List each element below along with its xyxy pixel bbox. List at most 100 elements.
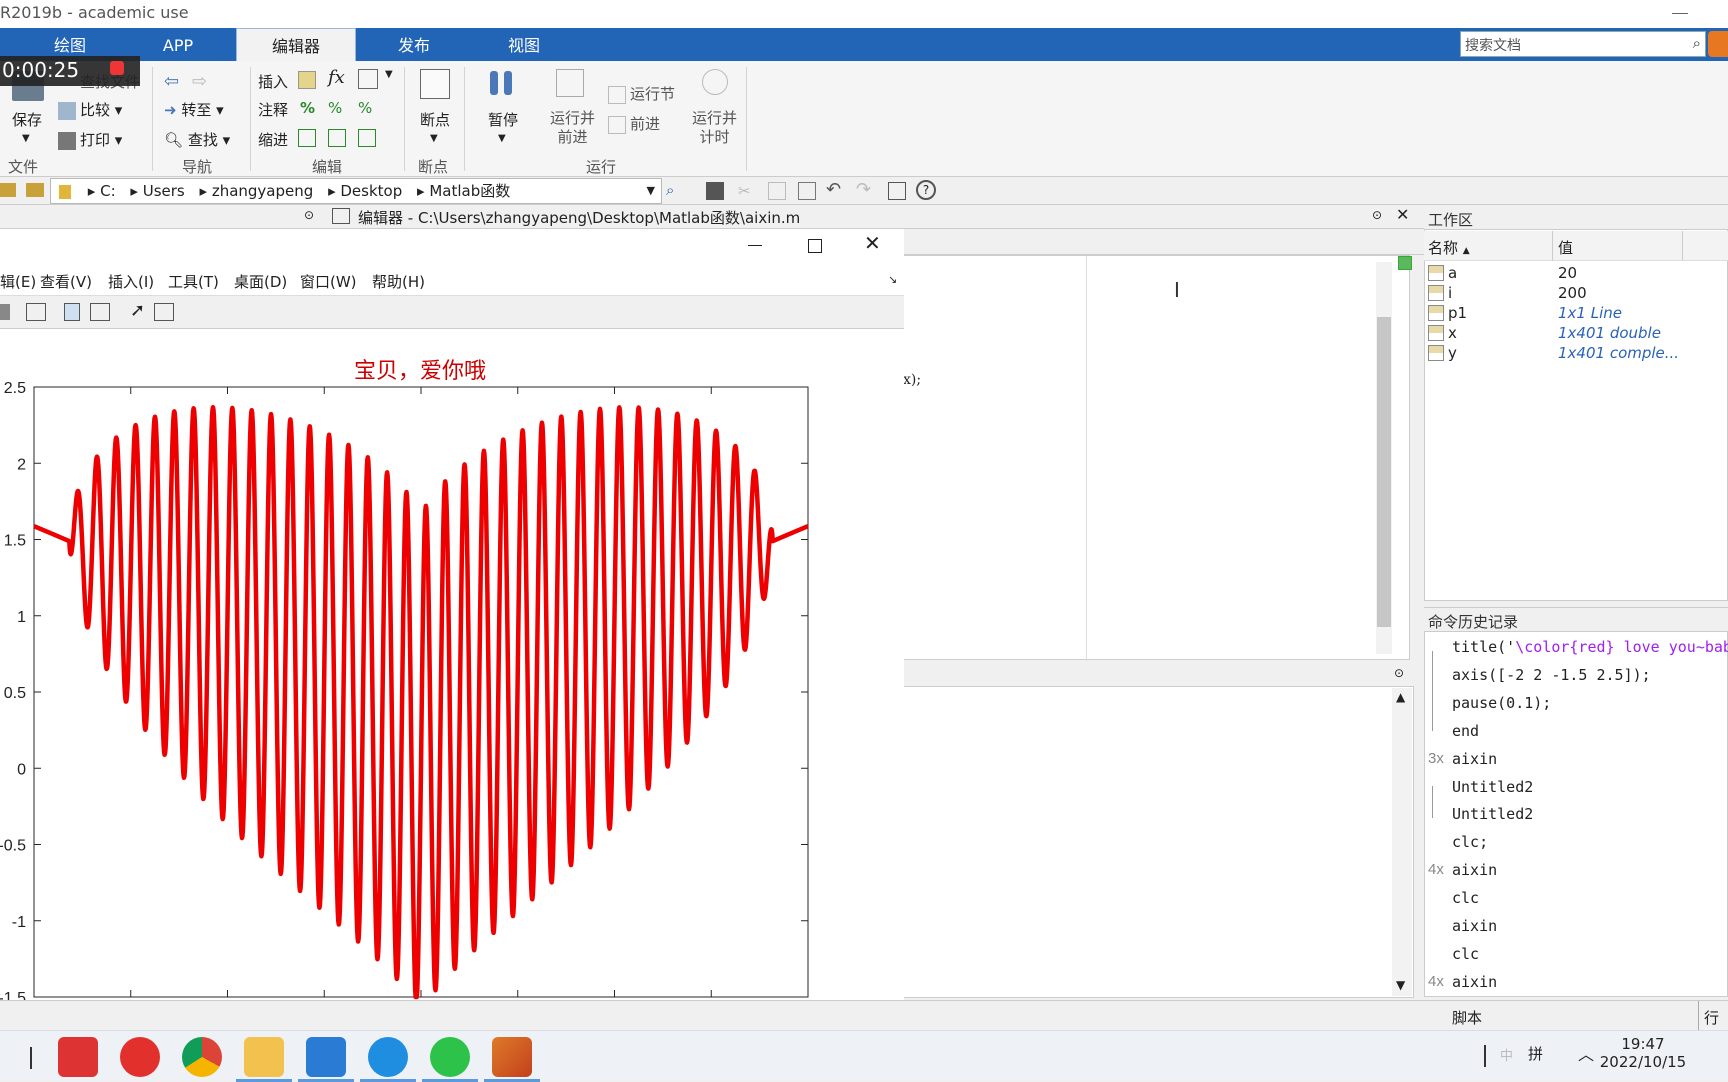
pointer-icon[interactable]: ➚ [130,300,145,321]
comment-button[interactable]: 注释 [258,99,288,120]
breadcrumb-users[interactable]: Users [143,182,185,200]
switch-windows-icon[interactable] [888,182,906,200]
compare-button[interactable]: 比较 ▾ [58,99,122,120]
col-value-header[interactable]: 值 [1558,237,1573,258]
menu-window[interactable]: 窗口(W) [300,271,357,292]
save-button[interactable]: 保存 [12,109,42,130]
menu-desktop[interactable]: 桌面(D) [234,271,287,292]
cut-icon[interactable]: ✂ [738,182,756,200]
workspace-row[interactable]: y 1x401 comple... [1424,343,1728,363]
legend-icon[interactable] [90,303,110,321]
matlab-icon[interactable] [484,1037,540,1082]
run-and-time-button[interactable]: 运行并 计时 [692,109,737,147]
wrap-comment-icon[interactable]: % [358,99,372,117]
property-inspector-icon[interactable] [154,303,174,321]
figure-minimize-button[interactable] [748,245,762,246]
col-name-header[interactable]: 名称 ▲ [1428,237,1470,258]
back-arrow-icon[interactable]: ⇦ [164,71,179,92]
paste-icon[interactable] [798,182,816,200]
help-icon[interactable]: ? [916,180,936,200]
history-row[interactable]: axis([-2 2 -1.5 2.5]); [1428,662,1728,690]
vscode-icon[interactable] [298,1037,354,1082]
undo-icon[interactable]: ↶ [826,179,841,200]
menu-insert[interactable]: 插入(I) [108,271,154,292]
minimize-button[interactable] [1672,0,1688,14]
uncomment-icon[interactable]: % [328,99,342,117]
breadcrumb-matlab[interactable]: Matlab函数 [429,182,510,200]
history-row[interactable]: 4x aixin [1428,969,1728,997]
dropdown-circle-icon[interactable]: ⊙ [304,208,314,222]
figure-close-button[interactable]: ✕ [864,231,881,255]
menu-edit[interactable]: 辑(E) [0,271,36,292]
breakpoints-button[interactable]: 断点 [420,109,450,130]
menu-view[interactable]: 查看(V) [40,271,92,292]
history-row[interactable]: title('\color{red} love you~baby [1428,634,1728,662]
save-quick-icon[interactable] [706,182,724,200]
search-folder-icon[interactable]: ⌕ [666,181,674,199]
lang-indicator[interactable]: 中 [1500,1045,1513,1064]
history-row[interactable]: 4x aixin [1428,857,1728,885]
breadcrumb-user[interactable]: zhangyapeng [212,182,313,200]
chevron-down-icon[interactable]: ▼ [647,179,655,203]
workspace-row[interactable]: x 1x401 double [1424,323,1728,343]
tab-apps[interactable]: APP [148,28,208,61]
close-icon[interactable]: ✕ [1396,205,1409,224]
redo-icon[interactable]: ↷ [856,179,871,200]
print-figure-icon[interactable] [0,304,10,320]
history-row[interactable]: clc [1428,941,1728,969]
editor-scrollbar[interactable] [1376,262,1392,654]
insert-function-icon[interactable] [358,69,378,89]
chrome-icon[interactable] [182,1037,222,1077]
forward-arrow-icon[interactable]: ⇨ [192,71,207,92]
breadcrumb-desktop[interactable]: Desktop [340,182,402,200]
file-explorer-icon[interactable] [236,1037,292,1082]
command-window[interactable] [900,663,1414,998]
history-row[interactable]: clc [1428,885,1728,913]
print-button[interactable]: 打印 ▾ [58,129,122,150]
run-advance-button[interactable]: 运行并 前进 [550,109,595,147]
run-section-button[interactable]: 运行节 [608,83,675,104]
wechat-icon[interactable] [422,1037,478,1082]
advance-button[interactable]: 前进 [608,113,660,134]
command-scrollbar[interactable]: ▲ ▼ [1392,688,1412,996]
history-row[interactable]: aixin [1428,913,1728,941]
fx-icon[interactable]: fx [328,67,345,88]
smart-indent-icon[interactable] [298,129,316,147]
decrease-indent-icon[interactable] [358,129,376,147]
scrollbar-thumb[interactable] [1377,317,1391,627]
netease-music-icon[interactable] [120,1037,160,1077]
notification-icon[interactable] [1708,31,1728,57]
folder-up-icon[interactable] [0,183,16,197]
indent-button[interactable]: 缩进 [258,129,288,150]
link-plot-icon[interactable] [26,303,46,321]
copy-icon[interactable] [768,182,786,200]
plot-axes[interactable]: -2-1.5-1-0.500.511.522.521.510.50-0.5-1-… [0,329,904,1030]
dropdown-circle-icon[interactable]: ⊙ [1372,208,1382,222]
find-button[interactable]: 🔍︎ 查找 ▾ [164,129,230,150]
percent-icon[interactable]: % [300,99,315,117]
taskbar-app-red-icon[interactable] [58,1037,98,1077]
code-analyzer-ok-icon[interactable] [1398,256,1412,270]
history-row[interactable]: Untitled2 [1428,801,1728,829]
history-row[interactable]: Untitled2 [1428,774,1728,802]
system-clock[interactable]: 19:47 2022/10/15 [1598,1035,1688,1071]
tab-view[interactable]: 视图 [494,28,554,61]
menu-help[interactable]: 帮助(H) [372,271,425,292]
breadcrumb-c[interactable]: C: [100,182,116,200]
insert-button[interactable]: 插入 [258,71,288,92]
history-row[interactable]: clc; [1428,829,1728,857]
figure-maximize-button[interactable] [808,239,822,253]
scroll-down-icon[interactable]: ▼ [1396,978,1405,992]
current-folder-path[interactable]: ▸ C: ▸ Users ▸ zhangyapeng ▸ Desktop ▸ M… [50,178,662,204]
tray-chevron-up-icon[interactable]: ︿ [1578,1041,1594,1065]
history-row[interactable]: 3x aixin [1428,746,1728,774]
workspace-row[interactable]: p1 1x1 Line [1424,303,1728,323]
dock-arrow-icon[interactable]: ↘ [888,273,897,286]
code-editor[interactable] [900,255,1410,661]
search-docs-input[interactable]: 搜索文档 ⌕ [1460,31,1706,57]
insert-section-icon[interactable] [298,71,316,89]
edge-icon[interactable] [360,1037,416,1082]
pause-button[interactable]: 暂停 [488,109,518,130]
ime-indicator[interactable]: 拼 [1528,1043,1543,1064]
tab-editor[interactable]: 编辑器 [236,28,356,61]
